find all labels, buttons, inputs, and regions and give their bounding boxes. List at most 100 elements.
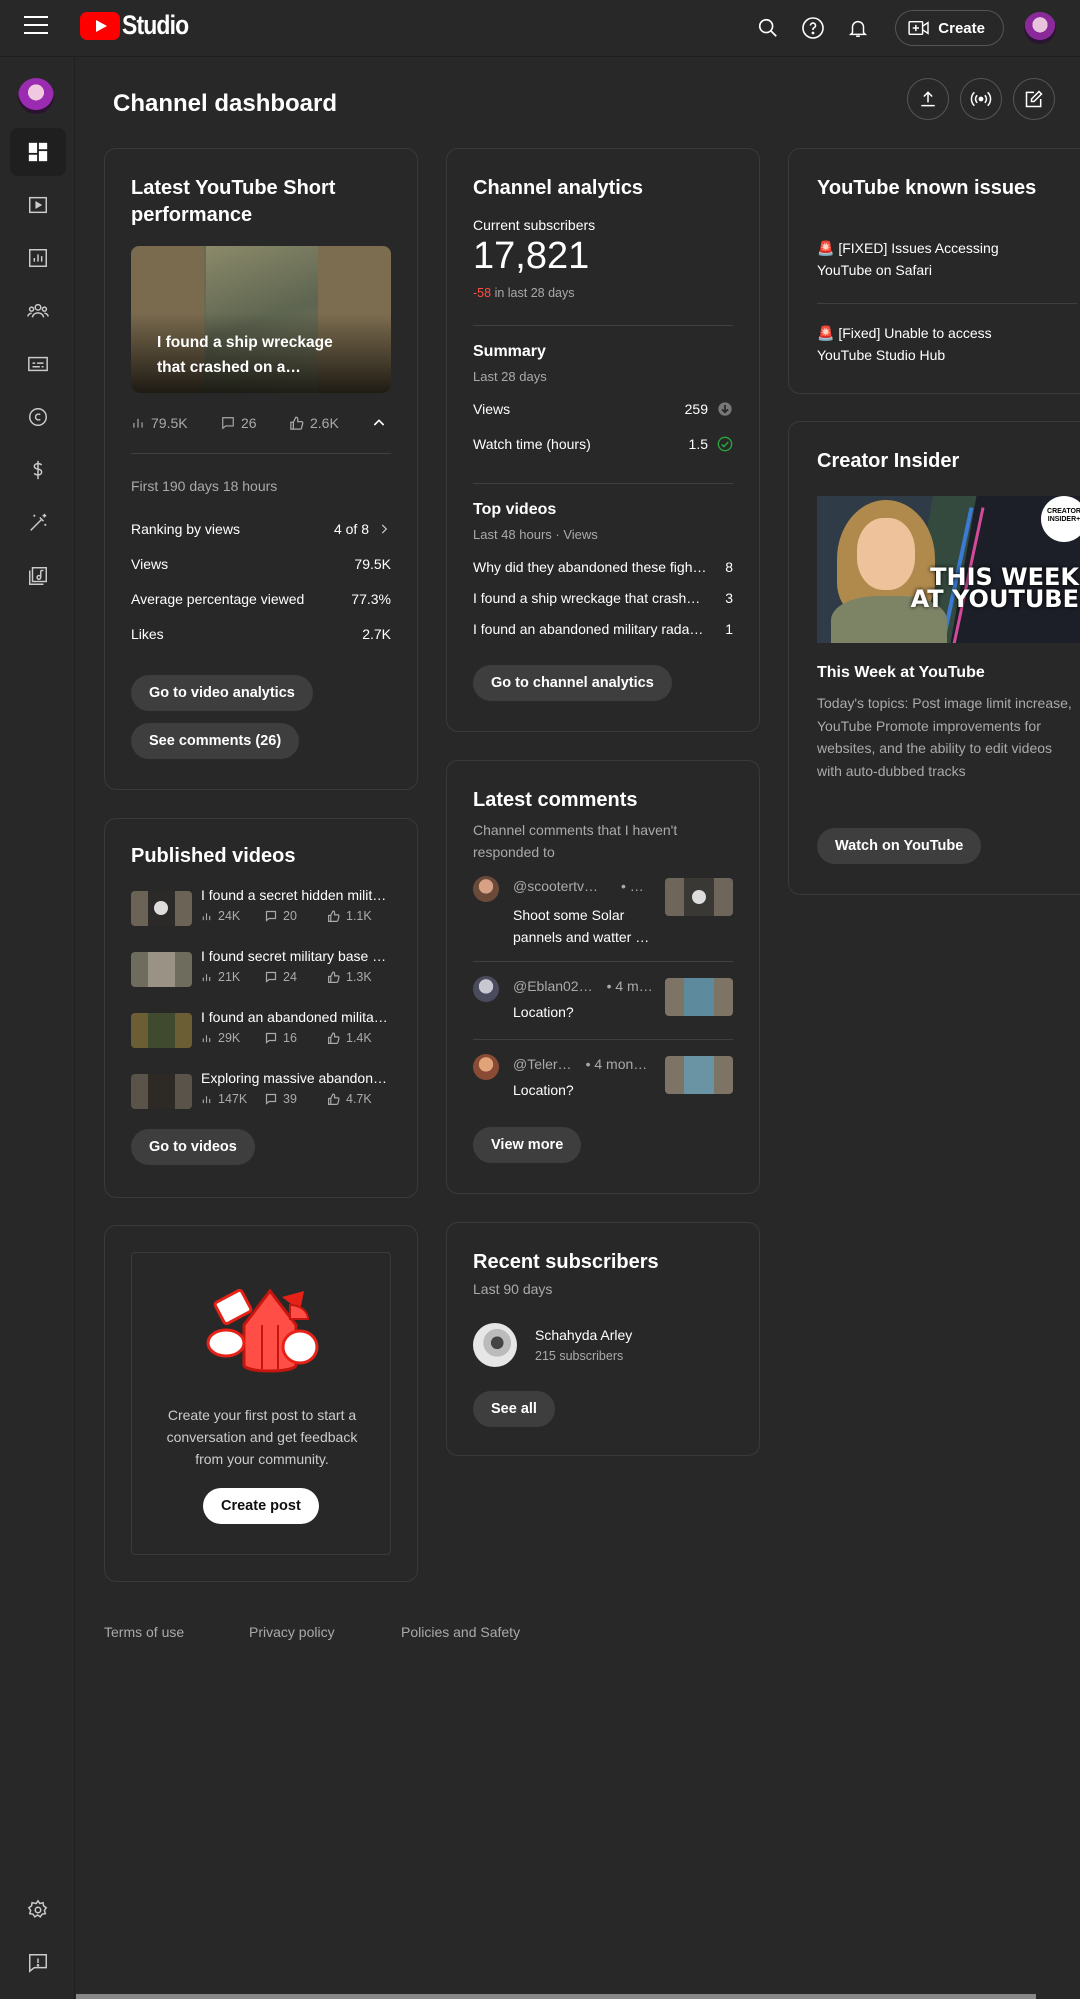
- account-avatar[interactable]: [1024, 12, 1056, 44]
- community-post-illustration: [206, 1288, 319, 1373]
- upload-button[interactable]: [907, 78, 949, 120]
- comment-video-thumbnail: [665, 978, 733, 1016]
- sidebar-item-earn[interactable]: [10, 446, 66, 494]
- channel-analytics-card: Channel analytics Current subscribers 17…: [446, 148, 760, 732]
- go-to-video-analytics-button[interactable]: Go to video analytics: [131, 675, 313, 711]
- channel-avatar[interactable]: [18, 78, 54, 114]
- comment-time: • 4 mon…: [585, 1056, 648, 1072]
- top-video-row[interactable]: I found a ship wreckage that crashe… 3: [473, 590, 733, 606]
- policies-link[interactable]: Policies and Safety: [401, 1624, 520, 1640]
- divider: [473, 325, 733, 326]
- metric-value: 2.7K: [362, 626, 391, 642]
- thumbnail-detail: [692, 890, 706, 904]
- audio-library-icon: [29, 567, 47, 585]
- watch-on-youtube-button[interactable]: Watch on YouTube: [817, 828, 982, 864]
- views-icon: [202, 1034, 211, 1042]
- comment-item[interactable]: @Eblan02… • 4 m… Location?: [473, 976, 733, 1026]
- create-video-icon: [908, 20, 930, 36]
- collapse-icon[interactable]: [371, 415, 387, 431]
- go-live-button[interactable]: [960, 78, 1002, 120]
- create-button[interactable]: Create: [895, 10, 1004, 46]
- comment-text: Shoot some Solar pannels and watter …: [513, 907, 650, 945]
- video-thumbnail: [131, 891, 192, 926]
- magic-wand-icon: [30, 513, 47, 531]
- top-video-views: 8: [725, 559, 733, 575]
- summary-value-wrap: 1.5: [689, 436, 733, 452]
- sidebar-item-content[interactable]: [10, 181, 66, 229]
- comments-icon: [222, 417, 234, 430]
- video-thumbnail: [131, 952, 192, 987]
- create-post-button[interactable]: Create post: [203, 1488, 319, 1524]
- divider: [817, 303, 1077, 304]
- content-icon: [29, 196, 47, 214]
- sidebar-item-analytics[interactable]: [10, 234, 66, 282]
- menu-icon[interactable]: [24, 16, 48, 34]
- sidebar-item-audio-library[interactable]: [10, 552, 66, 600]
- subscriber-name[interactable]: Schahyda Arley: [535, 1327, 632, 1343]
- sidebar-item-community[interactable]: [10, 287, 66, 335]
- published-video-item[interactable]: Exploring massive abandon… 147K 39 4.7K: [131, 1070, 396, 1116]
- published-video-item[interactable]: I found secret military base … 21K 24 1.…: [131, 948, 396, 994]
- subscriber-avatar[interactable]: [473, 1323, 517, 1367]
- sidebar-item-subtitles[interactable]: [10, 340, 66, 388]
- privacy-link[interactable]: Privacy policy: [249, 1624, 335, 1640]
- sidebar-item-copyright[interactable]: [10, 393, 66, 441]
- comment-item[interactable]: @Teler… • 4 mon… Location?: [473, 1054, 733, 1104]
- issue-item[interactable]: 🚨 [Fixed] Unable to access YouTube Studi…: [817, 322, 1027, 366]
- short-thumbnail[interactable]: I found a ship wreckage that crashed on …: [131, 246, 391, 393]
- like-icon: [328, 970, 340, 983]
- divider: [473, 1039, 733, 1040]
- horizontal-scrollbar[interactable]: [76, 1994, 1036, 1999]
- card-title: Recent subscribers: [473, 1251, 659, 1273]
- youtube-logo-icon: [80, 11, 120, 40]
- page-title: Channel dashboard: [113, 90, 338, 117]
- video-stats: 24K 20 1.1K: [201, 909, 372, 923]
- terms-link[interactable]: Terms of use: [104, 1624, 184, 1640]
- search-icon[interactable]: [756, 16, 780, 40]
- sidebar-item-dashboard[interactable]: [10, 128, 66, 176]
- sidebar-item-customization[interactable]: [10, 499, 66, 547]
- short-likes-value: 2.6K: [310, 415, 339, 431]
- app-name: Studio: [122, 10, 189, 40]
- ranking-row[interactable]: Ranking by views 4 of 8: [131, 521, 391, 537]
- metric-row: Likes 2.7K: [131, 626, 391, 642]
- comment-item[interactable]: @scootertv9… • 3… Shoot some Solar pannel…: [473, 876, 733, 956]
- issue-item[interactable]: 🚨 [FIXED] Issues Accessing YouTube on Sa…: [817, 237, 1027, 281]
- insider-badge: CREATOR INSIDER+: [1041, 496, 1080, 542]
- copyright-icon: [29, 408, 47, 426]
- recent-subscribers-card: Recent subscribers Last 90 days Schahyda…: [446, 1222, 760, 1456]
- subscribers-change-value: -58: [473, 286, 492, 300]
- comments-icon: [265, 971, 277, 983]
- go-to-videos-button[interactable]: Go to videos: [131, 1129, 255, 1165]
- comment-time: • 4 m…: [606, 978, 653, 994]
- ranking-value: 4 of 8: [333, 521, 369, 537]
- comment-author: @scootertv9…: [513, 878, 605, 894]
- metric-label: Likes: [131, 626, 164, 642]
- published-video-item[interactable]: I found an abandoned milita… 29K 16 1.4K: [131, 1009, 396, 1055]
- create-post-button[interactable]: [1013, 78, 1055, 120]
- top-video-row[interactable]: Why did they abandoned these fight… 8: [473, 559, 733, 575]
- notifications-icon[interactable]: [846, 16, 870, 40]
- see-all-button[interactable]: See all: [473, 1391, 555, 1427]
- comment-meta: @Eblan02… • 4 m…: [513, 978, 653, 994]
- see-comments-button[interactable]: See comments (26): [131, 723, 300, 759]
- help-icon[interactable]: [801, 16, 825, 40]
- video-thumbnail: [131, 1013, 192, 1048]
- views-icon: [202, 1095, 211, 1103]
- published-video-item[interactable]: I found a secret hidden milit… 24K 20 1.…: [131, 887, 396, 933]
- sidebar-item-feedback[interactable]: [10, 1939, 66, 1987]
- video-stats: 147K 39 4.7K: [201, 1092, 372, 1106]
- sidebar-item-settings[interactable]: [10, 1886, 66, 1934]
- top-video-row[interactable]: I found an abandoned military radar … 1: [473, 621, 733, 637]
- view-more-button[interactable]: View more: [473, 1127, 582, 1163]
- go-to-channel-analytics-button[interactable]: Go to channel analytics: [473, 665, 672, 701]
- studio-logo[interactable]: Studio: [80, 10, 200, 41]
- short-stats: 79.5K 26 2.6K: [131, 415, 391, 431]
- card-title: Creator Insider: [817, 450, 960, 472]
- divider: [473, 961, 733, 962]
- video-thumbnail: [131, 1074, 192, 1109]
- analytics-icon: [29, 249, 47, 267]
- subscribers-label: Current subscribers: [473, 217, 596, 233]
- card-title: Channel analytics: [473, 177, 644, 199]
- insider-thumbnail[interactable]: THIS WEEK AT YOUTUBE CREATOR INSIDER+: [817, 496, 1080, 643]
